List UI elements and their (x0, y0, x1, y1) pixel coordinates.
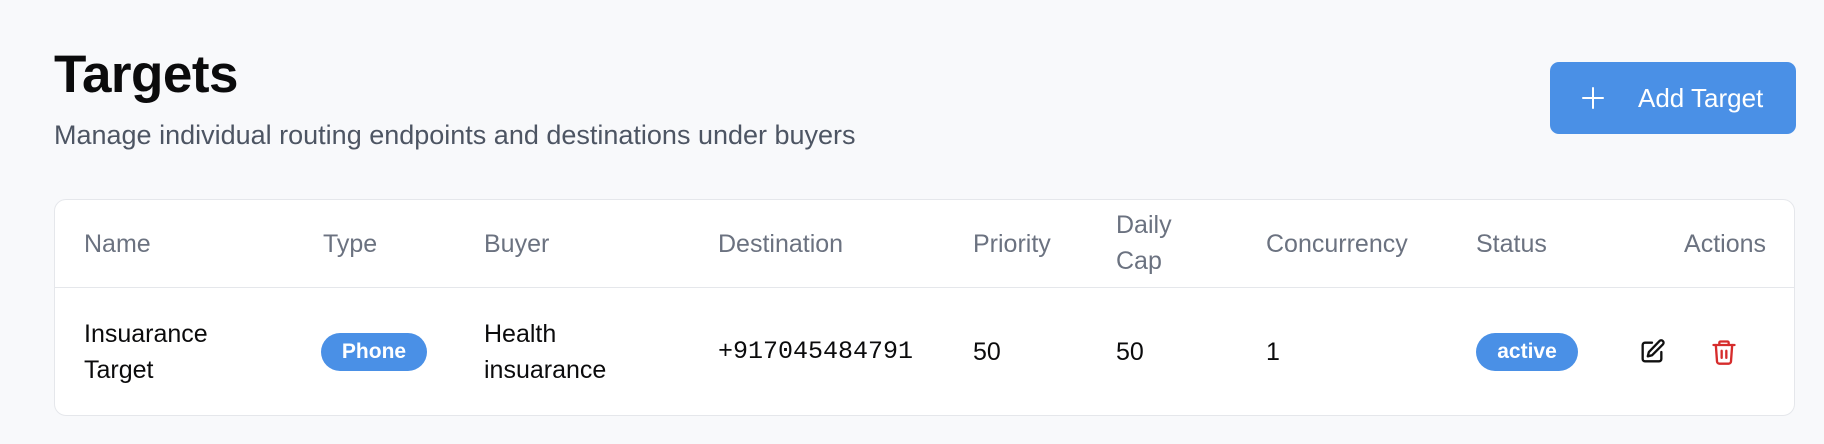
add-target-label: Add Target (1638, 82, 1764, 113)
plus-icon (1582, 87, 1604, 109)
column-header-actions: Actions (1684, 230, 1766, 258)
trash-icon (1710, 338, 1738, 366)
column-header-concurrency[interactable]: Concurrency (1266, 226, 1408, 262)
column-header-status[interactable]: Status (1476, 226, 1547, 262)
delete-button[interactable] (1705, 333, 1743, 371)
table-header-row: Name Type Buyer Destination Priority Dai… (55, 200, 1794, 288)
page-title: Targets (54, 45, 239, 104)
column-header-name[interactable]: Name (84, 226, 151, 262)
column-header-priority[interactable]: Priority (973, 226, 1051, 262)
concurrency-value: 1 (1266, 338, 1280, 366)
type-badge: Phone (321, 333, 427, 371)
edit-button[interactable] (1633, 333, 1671, 371)
column-header-buyer[interactable]: Buyer (484, 226, 549, 262)
column-header-destination[interactable]: Destination (718, 226, 843, 262)
page-subtitle: Manage individual routing endpoints and … (54, 120, 856, 150)
table-row: Insuarance Target Phone Health insuaranc… (55, 288, 1794, 415)
daily-cap-value: 50 (1116, 338, 1144, 366)
edit-icon (1638, 338, 1666, 366)
status-badge: active (1476, 333, 1578, 371)
column-header-daily-cap[interactable]: Daily Cap (1116, 207, 1196, 279)
buyer-name: Health insuarance (484, 320, 607, 384)
add-target-button[interactable]: Add Target (1550, 62, 1796, 134)
priority-value: 50 (973, 338, 1001, 366)
destination-number: +917045484791 (718, 337, 914, 366)
column-header-type[interactable]: Type (323, 226, 377, 262)
target-name: Insuarance Target (84, 320, 208, 384)
targets-table: Name Type Buyer Destination Priority Dai… (54, 199, 1795, 416)
